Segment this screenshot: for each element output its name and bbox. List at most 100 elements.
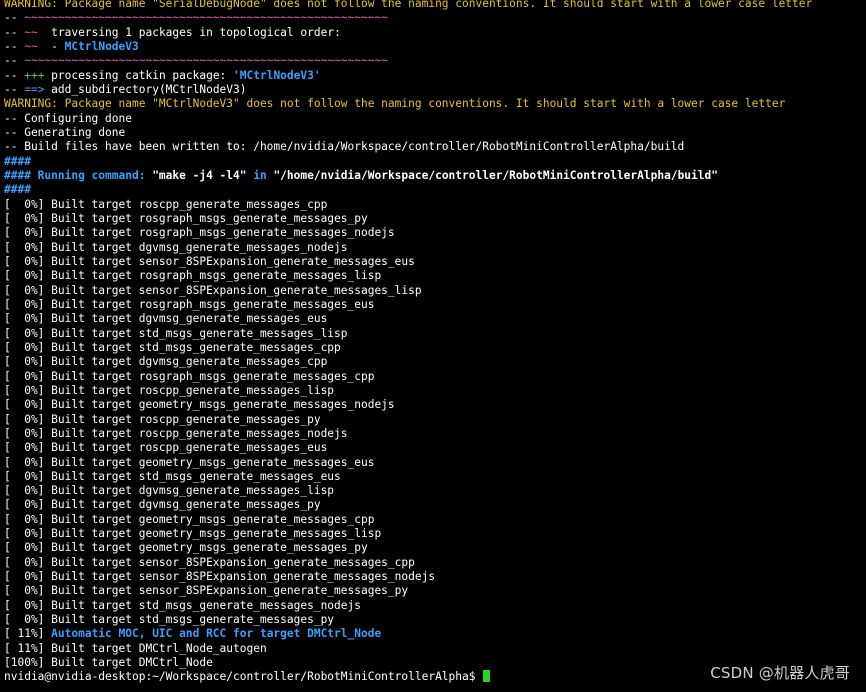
terminal-line: [ 0%] Built target geometry_msgs_generat… xyxy=(4,541,866,555)
terminal-text-segment: ~~~~~~~~~~~~~~~~~~~~~~~~~~~~~~~~~~~~~~~~… xyxy=(24,11,388,25)
terminal-text-segment: [ 0%] Built target dgvmsg_generate_messa… xyxy=(4,355,328,369)
terminal-text-segment: -- xyxy=(4,54,25,68)
terminal-line: -- Build files have been written to: /ho… xyxy=(4,140,866,154)
terminal-line: [ 0%] Built target rosgraph_msgs_generat… xyxy=(4,298,866,312)
terminal-line: WARNING: Package name "SerialDebugNode" … xyxy=(4,0,866,11)
terminal-line: [ 0%] Built target geometry_msgs_generat… xyxy=(4,513,866,527)
terminal-text-segment: traversing 1 packages in topological ord… xyxy=(37,25,341,39)
terminal-line: [ 0%] Built target std_msgs_generate_mes… xyxy=(4,327,866,341)
terminal-text-segment: [ 0%] Built target roscpp_generate_messa… xyxy=(4,412,321,426)
terminal-text-segment: [100%] Built target DMCtrl_Node xyxy=(4,656,213,670)
terminal-text-segment: [ 0%] Built target geometry_msgs_generat… xyxy=(4,455,375,469)
terminal-text-segment: #### xyxy=(4,154,31,168)
terminal-text-segment: -- xyxy=(4,82,25,96)
terminal-text-segment: ~~ xyxy=(24,25,38,39)
terminal-line: -- ~~~~~~~~~~~~~~~~~~~~~~~~~~~~~~~~~~~~~… xyxy=(4,54,866,68)
terminal-text-segment: [ 0%] Built target rosgraph_msgs_generat… xyxy=(4,226,395,240)
terminal-text-segment: [ 0%] Built target roscpp_generate_messa… xyxy=(4,383,335,397)
text-cursor xyxy=(483,670,491,683)
terminal-line: [ 0%] Built target dgvmsg_generate_messa… xyxy=(4,355,866,369)
terminal-text-segment: -- Configuring done xyxy=(4,111,132,125)
terminal-text-segment: ~~~~~~~~~~~~~~~~~~~~~~~~~~~~~~~~~~~~~~~~… xyxy=(24,54,388,68)
terminal-text-segment: Automatic MOC, UIC and RCC for target DM… xyxy=(51,627,382,641)
terminal-text-segment: WARNING: Package name "MCtrlNodeV3" does… xyxy=(4,97,786,111)
terminal-line: [ 0%] Built target dgvmsg_generate_messa… xyxy=(4,241,866,255)
terminal-line: [ 0%] Built target std_msgs_generate_mes… xyxy=(4,599,866,613)
terminal-text-segment: [ 0%] Built target roscpp_generate_messa… xyxy=(4,197,328,211)
terminal-line: [ 0%] Built target sensor_8SPExpansion_g… xyxy=(4,255,866,269)
terminal-text-segment: add_subdirectory(MCtrlNodeV3) xyxy=(44,82,247,96)
terminal-line: [ 0%] Built target std_msgs_generate_mes… xyxy=(4,470,866,484)
terminal-text-segment: -- xyxy=(4,25,25,39)
terminal-text-segment: [ 0%] Built target geometry_msgs_generat… xyxy=(4,541,368,555)
terminal-line: [ 0%] Built target std_msgs_generate_mes… xyxy=(4,613,866,627)
terminal-text-segment: [ 0%] Built target dgvmsg_generate_messa… xyxy=(4,312,328,326)
terminal-text-segment: "/home/nvidia/Workspace/controller/Robot… xyxy=(273,168,718,182)
terminal-text-segment: [ 0%] Built target geometry_msgs_generat… xyxy=(4,398,395,412)
terminal-text-segment: [ 0%] Built target rosgraph_msgs_generat… xyxy=(4,369,375,383)
terminal-text-segment: ==> xyxy=(24,82,45,96)
terminal-text-segment: [ 0%] Built target roscpp_generate_messa… xyxy=(4,441,328,455)
terminal-line: [ 0%] Built target dgvmsg_generate_messa… xyxy=(4,484,866,498)
terminal-line: -- Generating done xyxy=(4,126,866,140)
terminal-text-segment: [ 0%] Built target dgvmsg_generate_messa… xyxy=(4,484,335,498)
terminal-line: [ 0%] Built target sensor_8SPExpansion_g… xyxy=(4,556,866,570)
terminal-line: [ 0%] Built target sensor_8SPExpansion_g… xyxy=(4,570,866,584)
terminal-text-segment: [ 0%] Built target rosgraph_msgs_generat… xyxy=(4,269,382,283)
terminal-text-segment: [ 0%] Built target geometry_msgs_generat… xyxy=(4,512,375,526)
terminal-line: [ 0%] Built target geometry_msgs_generat… xyxy=(4,398,866,412)
csdn-watermark: CSDN @机器人虎哥 xyxy=(710,663,850,682)
terminal-text-segment: [ 0%] Built target roscpp_generate_messa… xyxy=(4,426,348,440)
terminal-line: #### xyxy=(4,183,866,197)
shell-prompt: nvidia@nvidia-desktop:~/Workspace/contro… xyxy=(4,670,483,684)
terminal-text-segment: [ 0%] Built target std_msgs_generate_mes… xyxy=(4,326,348,340)
terminal-line: #### Running command: "make -j4 -l4" in … xyxy=(4,169,866,183)
terminal-line: [ 0%] Built target geometry_msgs_generat… xyxy=(4,527,866,541)
terminal-text-segment: ~~ xyxy=(24,39,38,53)
terminal-text-segment: -- xyxy=(4,39,25,53)
terminal-text-segment: [ 0%] Built target geometry_msgs_generat… xyxy=(4,527,382,541)
terminal-line: [ 0%] Built target roscpp_generate_messa… xyxy=(4,198,866,212)
terminal-text-segment: [ 0%] Built target sensor_8SPExpansion_g… xyxy=(4,584,409,598)
terminal-line: [ 0%] Built target rosgraph_msgs_generat… xyxy=(4,212,866,226)
terminal-line: -- ==> add_subdirectory(MCtrlNodeV3) xyxy=(4,83,866,97)
terminal-output: WARNING: Package name "SerialDebugNode" … xyxy=(4,0,866,685)
terminal-line: [ 0%] Built target sensor_8SPExpansion_g… xyxy=(4,284,866,298)
terminal-line: [ 11%] Built target DMCtrl_Node_autogen xyxy=(4,642,866,656)
terminal-text-segment: [ 0%] Built target std_msgs_generate_mes… xyxy=(4,613,335,627)
terminal-line: [ 0%] Built target rosgraph_msgs_generat… xyxy=(4,370,866,384)
terminal-line: [ 11%] Automatic MOC, UIC and RCC for ta… xyxy=(4,627,866,641)
terminal-text-segment: [ 0%] Built target rosgraph_msgs_generat… xyxy=(4,211,368,225)
terminal-text-segment: processing catkin package: xyxy=(44,68,234,82)
terminal-text-segment: in xyxy=(246,168,274,182)
terminal-line: [ 0%] Built target roscpp_generate_messa… xyxy=(4,441,866,455)
terminal-text-segment: -- xyxy=(4,11,25,25)
terminal-line: [ 0%] Built target geometry_msgs_generat… xyxy=(4,456,866,470)
terminal-text-segment: -- Generating done xyxy=(4,125,126,139)
terminal-line: -- Configuring done xyxy=(4,112,866,126)
terminal-line: -- ~~~~~~~~~~~~~~~~~~~~~~~~~~~~~~~~~~~~~… xyxy=(4,11,866,25)
terminal-text-segment: -- Build files have been written to: /ho… xyxy=(4,140,685,154)
terminal-line: WARNING: Package name "MCtrlNodeV3" does… xyxy=(4,97,866,111)
terminal-text-segment: [ 0%] Built target dgvmsg_generate_messa… xyxy=(4,240,348,254)
terminal-line: [ 0%] Built target rosgraph_msgs_generat… xyxy=(4,269,866,283)
terminal-text-segment: [ 0%] Built target sensor_8SPExpansion_g… xyxy=(4,283,422,297)
terminal-text-segment: [ 0%] Built target std_msgs_generate_mes… xyxy=(4,469,341,483)
terminal-line: -- +++ processing catkin package: 'MCtrl… xyxy=(4,69,866,83)
terminal-line: #### xyxy=(4,155,866,169)
terminal-text-segment: +++ xyxy=(24,68,45,82)
terminal-text-segment: - xyxy=(37,39,65,53)
terminal-line: [ 0%] Built target roscpp_generate_messa… xyxy=(4,384,866,398)
terminal-line: [ 0%] Built target rosgraph_msgs_generat… xyxy=(4,226,866,240)
terminal-text-segment: [ 0%] Built target sensor_8SPExpansion_g… xyxy=(4,254,415,268)
terminal-line: [ 0%] Built target dgvmsg_generate_messa… xyxy=(4,312,866,326)
terminal-text-segment: [ 0%] Built target rosgraph_msgs_generat… xyxy=(4,297,375,311)
terminal-line: -- ~~ - MCtrlNodeV3 xyxy=(4,40,866,54)
terminal-line: -- ~~ traversing 1 packages in topologic… xyxy=(4,26,866,40)
terminal-line: [ 0%] Built target dgvmsg_generate_messa… xyxy=(4,498,866,512)
terminal-line: [ 0%] Built target roscpp_generate_messa… xyxy=(4,427,866,441)
terminal-text-segment: [ 11%] Built target DMCtrl_Node_autogen xyxy=(4,641,267,655)
terminal-window[interactable]: WARNING: Package name "SerialDebugNode" … xyxy=(0,0,866,692)
terminal-text-segment: [ 0%] Built target std_msgs_generate_mes… xyxy=(4,340,341,354)
terminal-text-segment: [ 0%] Built target dgvmsg_generate_messa… xyxy=(4,498,321,512)
